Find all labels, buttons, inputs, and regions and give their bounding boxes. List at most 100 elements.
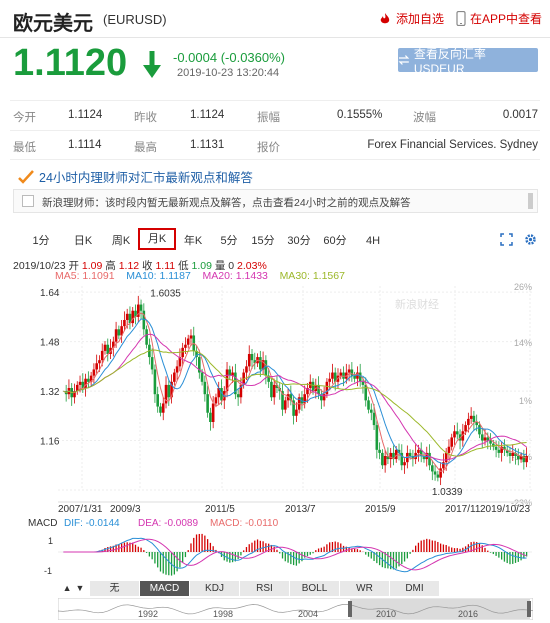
reverse-rate-button[interactable]: 查看反向汇率 USDEUR: [398, 47, 538, 76]
open-app-label: 在APP中查看: [470, 12, 543, 26]
candle-body: [450, 437, 454, 447]
candle-body: [173, 372, 176, 382]
candle-body: [295, 409, 298, 416]
y-tick-label: 1.16: [40, 437, 60, 448]
y-tick-label: 1.64: [40, 288, 60, 299]
indicator-BOLL[interactable]: BOLL: [290, 581, 340, 596]
candle-body: [123, 320, 126, 327]
candle-body: [508, 452, 512, 456]
add-watchlist-button[interactable]: 添加自选: [378, 10, 444, 27]
open-app-button[interactable]: 在APP中查看: [456, 10, 542, 27]
candle-body: [455, 431, 459, 435]
tab-周K[interactable]: 周K: [106, 230, 136, 252]
candle-body: [161, 403, 165, 413]
candle-body: [367, 400, 370, 410]
range-navigator[interactable]: 1992 1998 2004 2010 2016: [58, 598, 533, 620]
news-scrollbar[interactable]: [528, 193, 533, 209]
candle-body: [472, 415, 476, 422]
settings-icon[interactable]: [524, 233, 537, 246]
macd-dif: DIF: -0.0144: [64, 518, 120, 529]
kline-chart[interactable]: 1.641.481.321.1626%14%1%-11%-23%1.60351.…: [0, 280, 550, 580]
candle-body: [339, 372, 343, 376]
page-title: 欧元美元: [13, 13, 93, 35]
candle-body: [525, 456, 528, 463]
candle-body: [236, 394, 240, 398]
candle-body: [317, 384, 320, 395]
candle-body: [372, 412, 376, 426]
candle-body: [361, 381, 365, 385]
down-arrow-icon: [143, 51, 161, 78]
candle-body: [145, 329, 148, 345]
pct-tick-label: 1%: [519, 396, 532, 406]
indicator-MACD[interactable]: MACD: [140, 581, 190, 596]
candle-body: [328, 378, 331, 382]
macd-label: MACD: [28, 518, 57, 529]
tab-15分[interactable]: 15分: [248, 230, 278, 252]
down-arrow-icon[interactable]: ▼: [76, 581, 85, 596]
wave-label: 波幅: [413, 112, 436, 124]
candle-body: [228, 369, 232, 376]
candle-body: [209, 412, 212, 422]
stats-row: 最低 1.1114 最高 1.1131 报价 Forex Financial S…: [10, 130, 540, 160]
candle-body: [342, 372, 345, 379]
candle-body: [175, 366, 179, 373]
fire-icon: [380, 12, 390, 23]
up-arrow-icon[interactable]: ▲: [63, 581, 72, 596]
symbol-code: (EURUSD): [103, 12, 167, 27]
phone-icon: [456, 11, 466, 26]
indicator-DMI[interactable]: DMI: [390, 581, 440, 596]
candle-body: [331, 372, 334, 379]
tab-年K[interactable]: 年K: [178, 230, 208, 252]
high-label: 最高: [134, 142, 157, 154]
candle-body: [100, 350, 104, 361]
candle-body: [467, 418, 470, 426]
candle-body: [489, 440, 492, 444]
prev-close-label: 昨收: [134, 112, 157, 124]
tab-1分[interactable]: 1分: [26, 230, 56, 252]
indicator-KDJ[interactable]: KDJ: [190, 581, 240, 596]
candle-body: [375, 425, 379, 450]
indicator-tabs: ▲ ▼ 无 MACD KDJ RSI BOLL WR DMI: [58, 581, 440, 596]
candle-body: [272, 384, 276, 398]
swap-icon: [398, 55, 410, 65]
candle-body: [125, 313, 129, 320]
candle-body: [447, 446, 451, 453]
tab-5分[interactable]: 5分: [214, 230, 244, 252]
candle-body: [483, 437, 487, 441]
indicator-WR[interactable]: WR: [340, 581, 390, 596]
macd-y-tick: -1: [44, 566, 52, 576]
candle-body: [167, 384, 171, 398]
tab-月K[interactable]: 月K: [138, 228, 176, 250]
candle-body: [259, 357, 262, 370]
current-price: 1.1120: [13, 42, 128, 84]
candle-body: [211, 403, 215, 422]
candle-body: [103, 344, 107, 351]
candle-body: [159, 406, 162, 413]
range-handle-left[interactable]: [348, 601, 352, 617]
news-item[interactable]: 新浪理财师：该时段内暂无最新观点及解答，点击查看24小时之前的观点及解答: [13, 189, 538, 213]
macd-value: MACD: -0.0110: [210, 518, 279, 529]
news-title-link[interactable]: 24小时内理财师对汇市最新观点和解答: [18, 167, 253, 186]
tab-30分[interactable]: 30分: [284, 230, 314, 252]
fullscreen-icon[interactable]: [500, 233, 513, 246]
macd-dea: DEA: -0.0089: [138, 518, 198, 529]
tab-日K[interactable]: 日K: [68, 230, 98, 252]
candle-body: [394, 449, 398, 460]
candle-body: [200, 372, 204, 382]
indicator-无[interactable]: 无: [90, 581, 140, 596]
candle-body: [381, 452, 384, 466]
amplitude-value: 0.1555%: [337, 109, 383, 121]
candle-body: [417, 449, 420, 453]
candle-body: [92, 369, 96, 376]
news-text: 新浪理财师：该时段内暂无最新观点及解答，点击查看24小时之前的观点及解答: [42, 197, 411, 209]
check-icon: [18, 169, 34, 184]
candle-body: [378, 449, 381, 453]
range-handle-right[interactable]: [527, 601, 531, 617]
candle-body: [494, 446, 498, 450]
indicator-RSI[interactable]: RSI: [240, 581, 290, 596]
tab-4H[interactable]: 4H: [358, 230, 388, 252]
scroll-arrows[interactable]: ▲ ▼: [58, 581, 90, 596]
tab-60分[interactable]: 60分: [320, 230, 350, 252]
range-tick-label: 2004: [298, 609, 318, 619]
candle-body: [139, 304, 143, 311]
